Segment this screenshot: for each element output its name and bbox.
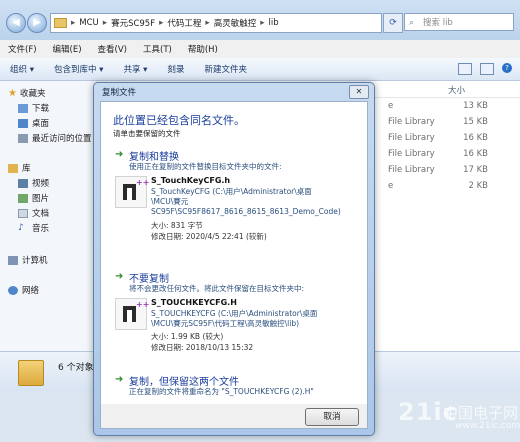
- file-size: 大小: 831 字节: [151, 221, 203, 230]
- include-in-library-button[interactable]: 包含到库中 ▾: [44, 63, 113, 75]
- network-icon: [8, 285, 18, 295]
- menu-help[interactable]: 帮助(H): [180, 43, 226, 55]
- file-row-type: File Library: [388, 117, 435, 127]
- file-row-type: File Library: [388, 165, 435, 175]
- nav-recent[interactable]: 最近访问的位置: [18, 132, 92, 144]
- file-path: S_TOUCHKEYCFG (C:\用户\Administrator\桌面\MC…: [151, 309, 318, 328]
- help-icon[interactable]: ?: [502, 63, 512, 73]
- file-row-size: 15 KB: [463, 117, 488, 127]
- nav-computer[interactable]: 计算机: [8, 254, 48, 266]
- command-bar: 组织 ▾ 包含到库中 ▾ 共享 ▾ 刻录 新建文件夹 ?: [0, 58, 520, 81]
- organize-button[interactable]: 组织 ▾: [0, 63, 44, 75]
- file-name: S_TouchKeyCFG.h: [151, 176, 231, 185]
- nav-pictures[interactable]: 图片: [18, 192, 49, 204]
- option-description: 正在复制的文件将重命名为 "S_TOUCHKEYCFG (2).H": [129, 387, 314, 396]
- dialog-title: 复制文件: [102, 88, 137, 98]
- pictures-icon: [18, 193, 28, 203]
- file-row-size: 16 KB: [463, 133, 488, 143]
- file-name: S_TOUCHKEYCFG.H: [151, 298, 237, 307]
- nav-videos[interactable]: 视频: [18, 177, 49, 189]
- search-icon: ⌕: [409, 18, 414, 28]
- folder-icon: [54, 18, 67, 28]
- recent-places-icon: [18, 133, 28, 143]
- dialog-subheading: 请单击要保留的文件: [113, 129, 181, 138]
- option-copy-keep-both[interactable]: ➜ 复制，但保留这两个文件 正在复制的文件将重命名为 "S_TOUCHKEYCF…: [115, 373, 355, 401]
- video-icon: [18, 178, 28, 188]
- music-icon: ♪: [18, 222, 24, 233]
- menu-tools[interactable]: 工具(T): [135, 43, 180, 55]
- file-row-size: 16 KB: [463, 149, 488, 159]
- new-folder-button[interactable]: 新建文件夹: [194, 63, 257, 75]
- file-row-type: e: [388, 101, 394, 111]
- file-row-type: File Library: [388, 149, 435, 159]
- computer-icon: [8, 255, 18, 265]
- file-row-size: 13 KB: [463, 101, 488, 111]
- header-file-icon: ++: [115, 176, 149, 208]
- folder-icon: [18, 360, 44, 386]
- burn-button[interactable]: 刻录: [157, 63, 194, 75]
- close-icon: ✕: [355, 87, 363, 96]
- breadcrumb-code-project[interactable]: 代码工程: [164, 17, 204, 29]
- forward-button[interactable]: ▶: [27, 13, 47, 33]
- nav-downloads[interactable]: 下载: [18, 102, 49, 114]
- file-row-type: File Library: [388, 133, 435, 143]
- dialog-footer: 取消: [100, 404, 368, 429]
- file-row-size: 17 KB: [463, 165, 488, 175]
- option-copy-and-replace[interactable]: ➜ 复制和替换 使用正在复制的文件替换目标文件夹中的文件: ++ S_Touch…: [115, 148, 355, 258]
- menu-file[interactable]: 文件(F): [0, 43, 45, 55]
- search-input[interactable]: ⌕ 搜索 lib: [404, 13, 514, 31]
- file-modified: 修改日期: 2018/10/13 15:32: [151, 343, 254, 352]
- header-file-icon: ++: [115, 298, 149, 330]
- nav-desktop[interactable]: 桌面: [18, 117, 49, 129]
- refresh-button[interactable]: ⟳: [383, 13, 403, 33]
- watermark-text: 中国电子网: [443, 404, 519, 422]
- copy-file-dialog: 复制文件 ✕ 此位置已经包含同名文件。 请单击要保留的文件 ➜ 复制和替换 使用…: [93, 82, 375, 436]
- dialog-heading: 此位置已经包含同名文件。: [113, 114, 245, 127]
- nav-network[interactable]: 网络: [8, 284, 39, 296]
- nav-music[interactable]: ♪ 音乐: [18, 222, 49, 234]
- file-size: 大小: 1.99 KB (较大): [151, 332, 224, 341]
- back-button[interactable]: ◀: [6, 13, 26, 33]
- arrow-right-icon: ➜: [115, 374, 124, 385]
- item-count: 6 个对象: [58, 363, 94, 373]
- nav-favorites[interactable]: ★ 收藏夹: [8, 87, 45, 100]
- navigation-pane: ★ 收藏夹 下载 桌面 最近访问的位置 库 视频 图片 文档 ♪ 音乐 计算机 …: [0, 81, 98, 351]
- arrow-right-icon: ➜: [115, 149, 124, 160]
- column-size[interactable]: 大小: [448, 84, 465, 96]
- downloads-icon: [18, 103, 28, 113]
- menu-edit[interactable]: 编辑(E): [45, 43, 90, 55]
- breadcrumb-mcu[interactable]: MCU: [76, 18, 102, 28]
- option-do-not-copy[interactable]: ➜ 不要复制 将不会更改任何文件。将此文件保留在目标文件夹中: ++ S_TOU…: [115, 270, 355, 360]
- breadcrumb-lib[interactable]: lib: [265, 18, 281, 28]
- nav-libraries[interactable]: 库: [8, 162, 31, 174]
- dialog-body: 此位置已经包含同名文件。 请单击要保留的文件 ➜ 复制和替换 使用正在复制的文件…: [100, 101, 368, 406]
- address-bar[interactable]: ▸ MCU ▸ 賽元SC95F ▸ 代码工程 ▸ 高灵敏触控 ▸ lib: [50, 13, 382, 33]
- menu-view[interactable]: 查看(V): [90, 43, 135, 55]
- breadcrumb-sc95f[interactable]: 賽元SC95F: [108, 17, 158, 29]
- cancel-button[interactable]: 取消: [305, 408, 359, 426]
- file-path: S_TouchKeyCFG (C:\用户\Administrator\桌面\MC…: [151, 187, 341, 216]
- file-row-size: 2 KB: [468, 181, 488, 191]
- documents-icon: [18, 208, 28, 218]
- nav-documents[interactable]: 文档: [18, 207, 49, 219]
- arrow-right-icon: ➜: [115, 271, 124, 282]
- option-description: 将不会更改任何文件。将此文件保留在目标文件夹中:: [129, 284, 305, 293]
- option-description: 使用正在复制的文件替换目标文件夹中的文件:: [129, 162, 282, 171]
- file-modified: 修改日期: 2020/4/5 22:41 (较新): [151, 232, 267, 241]
- close-button[interactable]: ✕: [349, 85, 369, 99]
- star-icon: ★: [8, 87, 17, 99]
- breadcrumb-touch[interactable]: 高灵敏触控: [211, 17, 260, 29]
- watermark-url: www.21ic.com: [455, 421, 520, 431]
- address-bar-area: ◀ ▶ ▸ MCU ▸ 賽元SC95F ▸ 代码工程 ▸ 高灵敏触控 ▸ lib…: [0, 0, 520, 41]
- share-button[interactable]: 共享 ▾: [113, 63, 157, 75]
- menu-bar: 文件(F) 编辑(E) 查看(V) 工具(T) 帮助(H): [0, 40, 520, 59]
- desktop-icon: [18, 118, 28, 128]
- library-icon: [8, 163, 18, 173]
- preview-pane-icon[interactable]: [480, 63, 494, 75]
- view-options-icon[interactable]: [458, 63, 472, 75]
- file-row-type: e: [388, 181, 394, 191]
